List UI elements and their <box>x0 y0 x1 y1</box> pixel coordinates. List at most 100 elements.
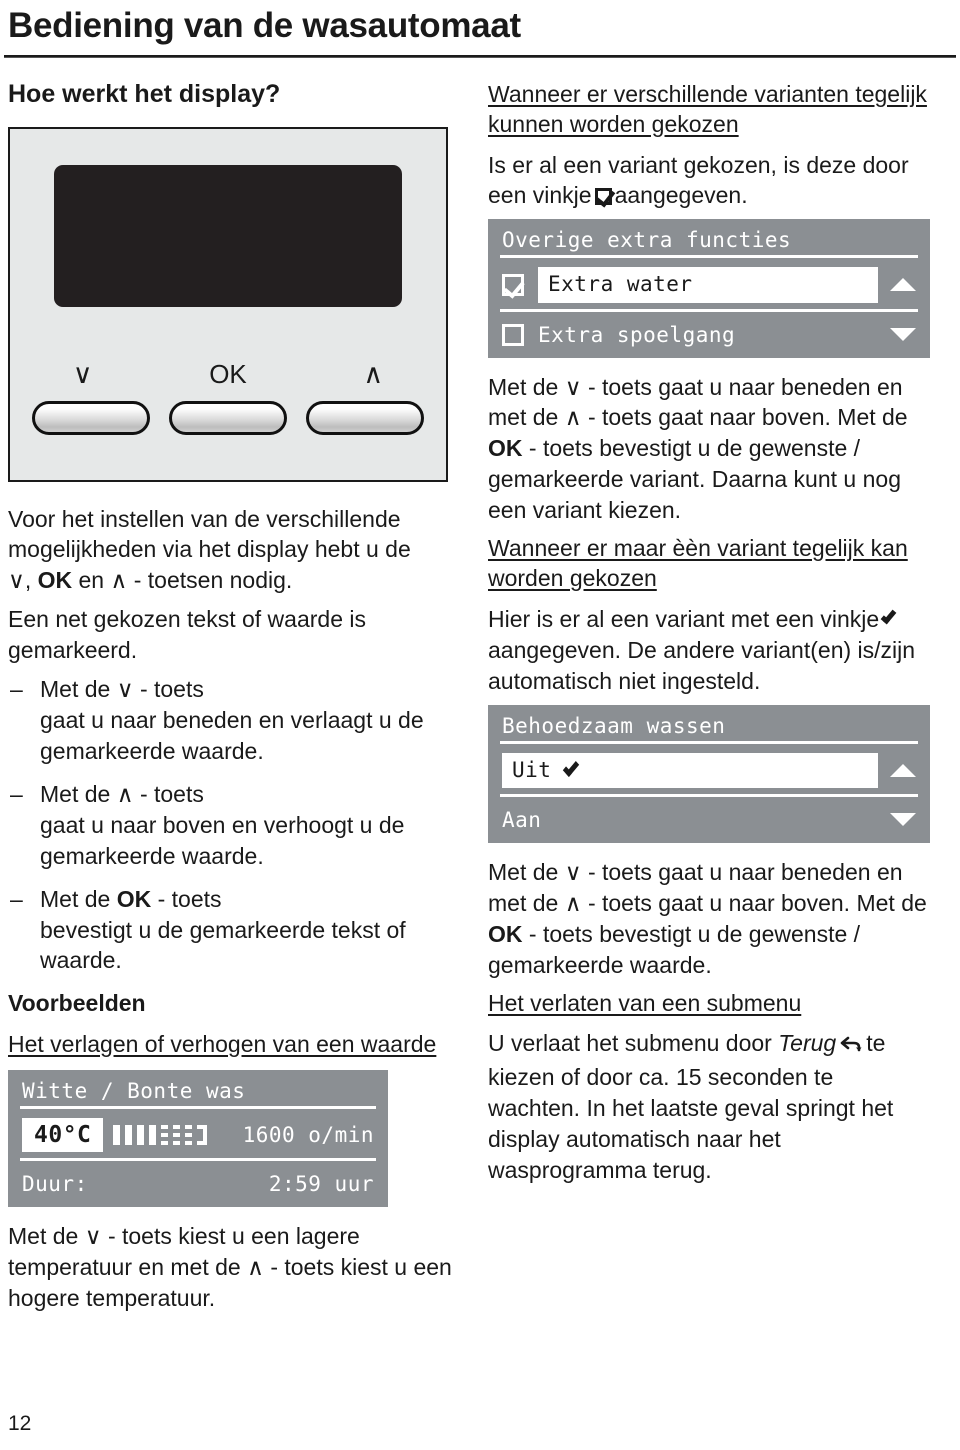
bar-segment-full <box>113 1124 121 1145</box>
bullet-lead: Met de <box>40 676 111 703</box>
temperature-instruction: Met de ∨ - toets kiest u een lagere temp… <box>8 1221 460 1314</box>
option-label[interactable]: Extra spoelgang <box>538 323 878 347</box>
bullet-lead: Met de <box>40 885 111 912</box>
title-divider <box>4 54 956 58</box>
temperature-value[interactable]: 40°C <box>22 1117 104 1152</box>
bar-segment-full <box>149 1124 157 1145</box>
list-item: – Met de ∧ - toets gaat u naar boven en … <box>8 779 460 872</box>
para-c: - toets gaat u naar boven. <box>587 889 851 916</box>
option-label[interactable]: Aan <box>502 808 878 832</box>
duration-value: 2:59 uur <box>268 1171 374 1196</box>
down-key-label: ∨ <box>72 358 93 389</box>
section-heading-display: Hoe werkt het display? <box>8 79 281 108</box>
control-panel-illustration: ∨ OK ∧ <box>8 126 448 482</box>
para-e: - toets bevestigt u de gewenste / gemark… <box>488 920 861 978</box>
bullet-body: bevestigt u de gemarkeerde tekst of waar… <box>40 916 406 974</box>
bar-segment-dot <box>161 1124 169 1145</box>
navigation-instruction-2: Met de ∨ - toets gaat u naar beneden en … <box>488 857 930 981</box>
option-label-highlighted[interactable]: Uit <box>502 752 878 788</box>
down-arrow-icon: ∨ <box>564 373 582 400</box>
bullet-lead-end: - toets <box>139 676 204 703</box>
intro-text-1: Voor het instellen van de verschillende … <box>8 505 411 563</box>
dash-marker: – <box>10 780 23 807</box>
checkbox-checked-icon[interactable] <box>502 273 524 296</box>
scroll-up-arrow-icon[interactable] <box>890 278 916 292</box>
heading-exit-submenu: Het verlaten van een submenu <box>488 989 802 1016</box>
two-column-body: Hoe werkt het display? ∨ OK ∧ Voor het i… <box>0 80 960 1322</box>
document-page: Bediening van de wasautomaat Hoe werkt h… <box>0 6 960 1450</box>
navigation-instruction-1: Met de ∨ - toets gaat u naar beneden en … <box>488 372 930 527</box>
option-label-highlighted[interactable]: Extra water <box>538 267 878 303</box>
bar-segment-dot <box>173 1124 181 1145</box>
checkbox-checked-icon <box>594 188 612 206</box>
single-variant-paragraph: Hier is er al een variant met een vinkje… <box>488 604 930 697</box>
intro-keys: , OK en <box>24 567 105 594</box>
scroll-down-arrow-icon[interactable] <box>890 328 916 342</box>
paragraph-post: aangegeven. <box>488 636 622 663</box>
lcd-option-row[interactable]: Aan <box>488 797 930 843</box>
bullet-body: gaat u naar boven en verhoogt u de gemar… <box>40 811 405 869</box>
para-d: Met de <box>837 404 908 431</box>
dash-marker: – <box>10 676 23 703</box>
heading-single-variant: Wanneer er maar èèn variant tegelijk kan… <box>488 535 908 592</box>
up-arrow-icon: ∧ <box>247 1253 264 1280</box>
bar-segment-full <box>125 1124 133 1145</box>
bullet-lead-end: - toets <box>157 885 222 912</box>
list-item: – Met de ∨ - toets gaat u naar beneden e… <box>8 674 460 767</box>
down-arrow-icon: ∨ <box>564 858 582 885</box>
left-column: Hoe werkt het display? ∨ OK ∧ Voor het i… <box>0 80 470 1322</box>
checkmark-icon <box>880 607 897 625</box>
lcd-option-row[interactable]: Uit <box>488 744 930 798</box>
lcd-option-row[interactable]: Extra spoelgang <box>488 312 930 358</box>
down-button[interactable] <box>32 400 150 435</box>
ok-key-icon: OK <box>116 885 152 912</box>
paragraph-pre: Hier is er al een variant met een vinkje <box>488 605 880 632</box>
scroll-up-arrow-icon[interactable] <box>890 763 916 777</box>
list-item: – Met de OK - toets bevestigt u de gemar… <box>8 884 460 977</box>
lcd-title: Overige extra functies <box>488 219 930 259</box>
intro-paragraph: Voor het instellen van de verschillende … <box>8 504 460 597</box>
para-a: Met de <box>488 373 559 400</box>
dash-marker: – <box>10 885 23 912</box>
variant-checkmark-paragraph: Is er al een variant gekozen, is deze do… <box>488 150 930 212</box>
marked-paragraph: Een net gekozen tekst of waarde is gemar… <box>8 606 366 664</box>
bullet-lead: Met de <box>40 780 111 807</box>
lcd-settings-row: 40°C 1600 o/min <box>8 1109 388 1161</box>
intro-text-2: - toetsen nodig. <box>133 567 293 594</box>
bar-segment-dot <box>185 1124 193 1145</box>
ok-button[interactable] <box>169 400 287 435</box>
ok-key-inline: OK <box>37 567 73 594</box>
spin-speed-value: 1600 o/min <box>242 1122 374 1147</box>
lcd-overige-extra-functies: Overige extra functies Extra water Extra… <box>488 219 930 358</box>
paragraph-post: aangegeven. <box>614 182 748 209</box>
para-a: U verlaat het submenu door <box>488 1030 772 1057</box>
ok-key-icon: OK <box>488 920 523 947</box>
bullet-body: gaat u naar beneden en verlaagt u de gem… <box>40 707 424 764</box>
down-key-inline: ∨ <box>8 567 25 594</box>
checkmark-icon <box>563 757 580 777</box>
checkbox-unchecked-icon[interactable] <box>502 323 524 346</box>
lcd-title: Behoedzaam wassen <box>488 705 930 744</box>
up-arrow-icon: ∧ <box>564 889 582 916</box>
button-labels: ∨ OK ∧ <box>10 358 446 389</box>
examples-heading: Voorbeelden <box>8 990 146 1017</box>
up-arrow-icon: ∧ <box>564 404 582 431</box>
up-button[interactable] <box>306 400 424 435</box>
page-title: Bediening van de wasautomaat <box>8 6 521 45</box>
down-arrow-icon: ∨ <box>116 676 134 703</box>
terug-label: Terug <box>778 1030 837 1057</box>
back-arrow-icon <box>840 1031 862 1062</box>
lcd-witte-bonte-was: Witte / Bonte was 40°C 1600 o/min Duur: … <box>8 1069 388 1207</box>
closing-lead: Met de <box>8 1222 79 1249</box>
lcd-option-row[interactable]: Extra water <box>488 258 930 312</box>
para-a: Met de <box>488 858 559 885</box>
page-number: 12 <box>8 1412 32 1435</box>
scroll-down-arrow-icon[interactable] <box>890 813 916 827</box>
down-arrow-icon: ∨ <box>84 1222 102 1249</box>
exit-submenu-paragraph: U verlaat het submenu door Terug te kieze… <box>488 1028 930 1186</box>
panel-buttons <box>32 400 424 435</box>
load-bar-indicator <box>113 1124 208 1145</box>
option-text: Uit <box>512 757 552 782</box>
display-screen-graphic <box>54 164 402 307</box>
up-key-label: ∧ <box>363 358 384 389</box>
